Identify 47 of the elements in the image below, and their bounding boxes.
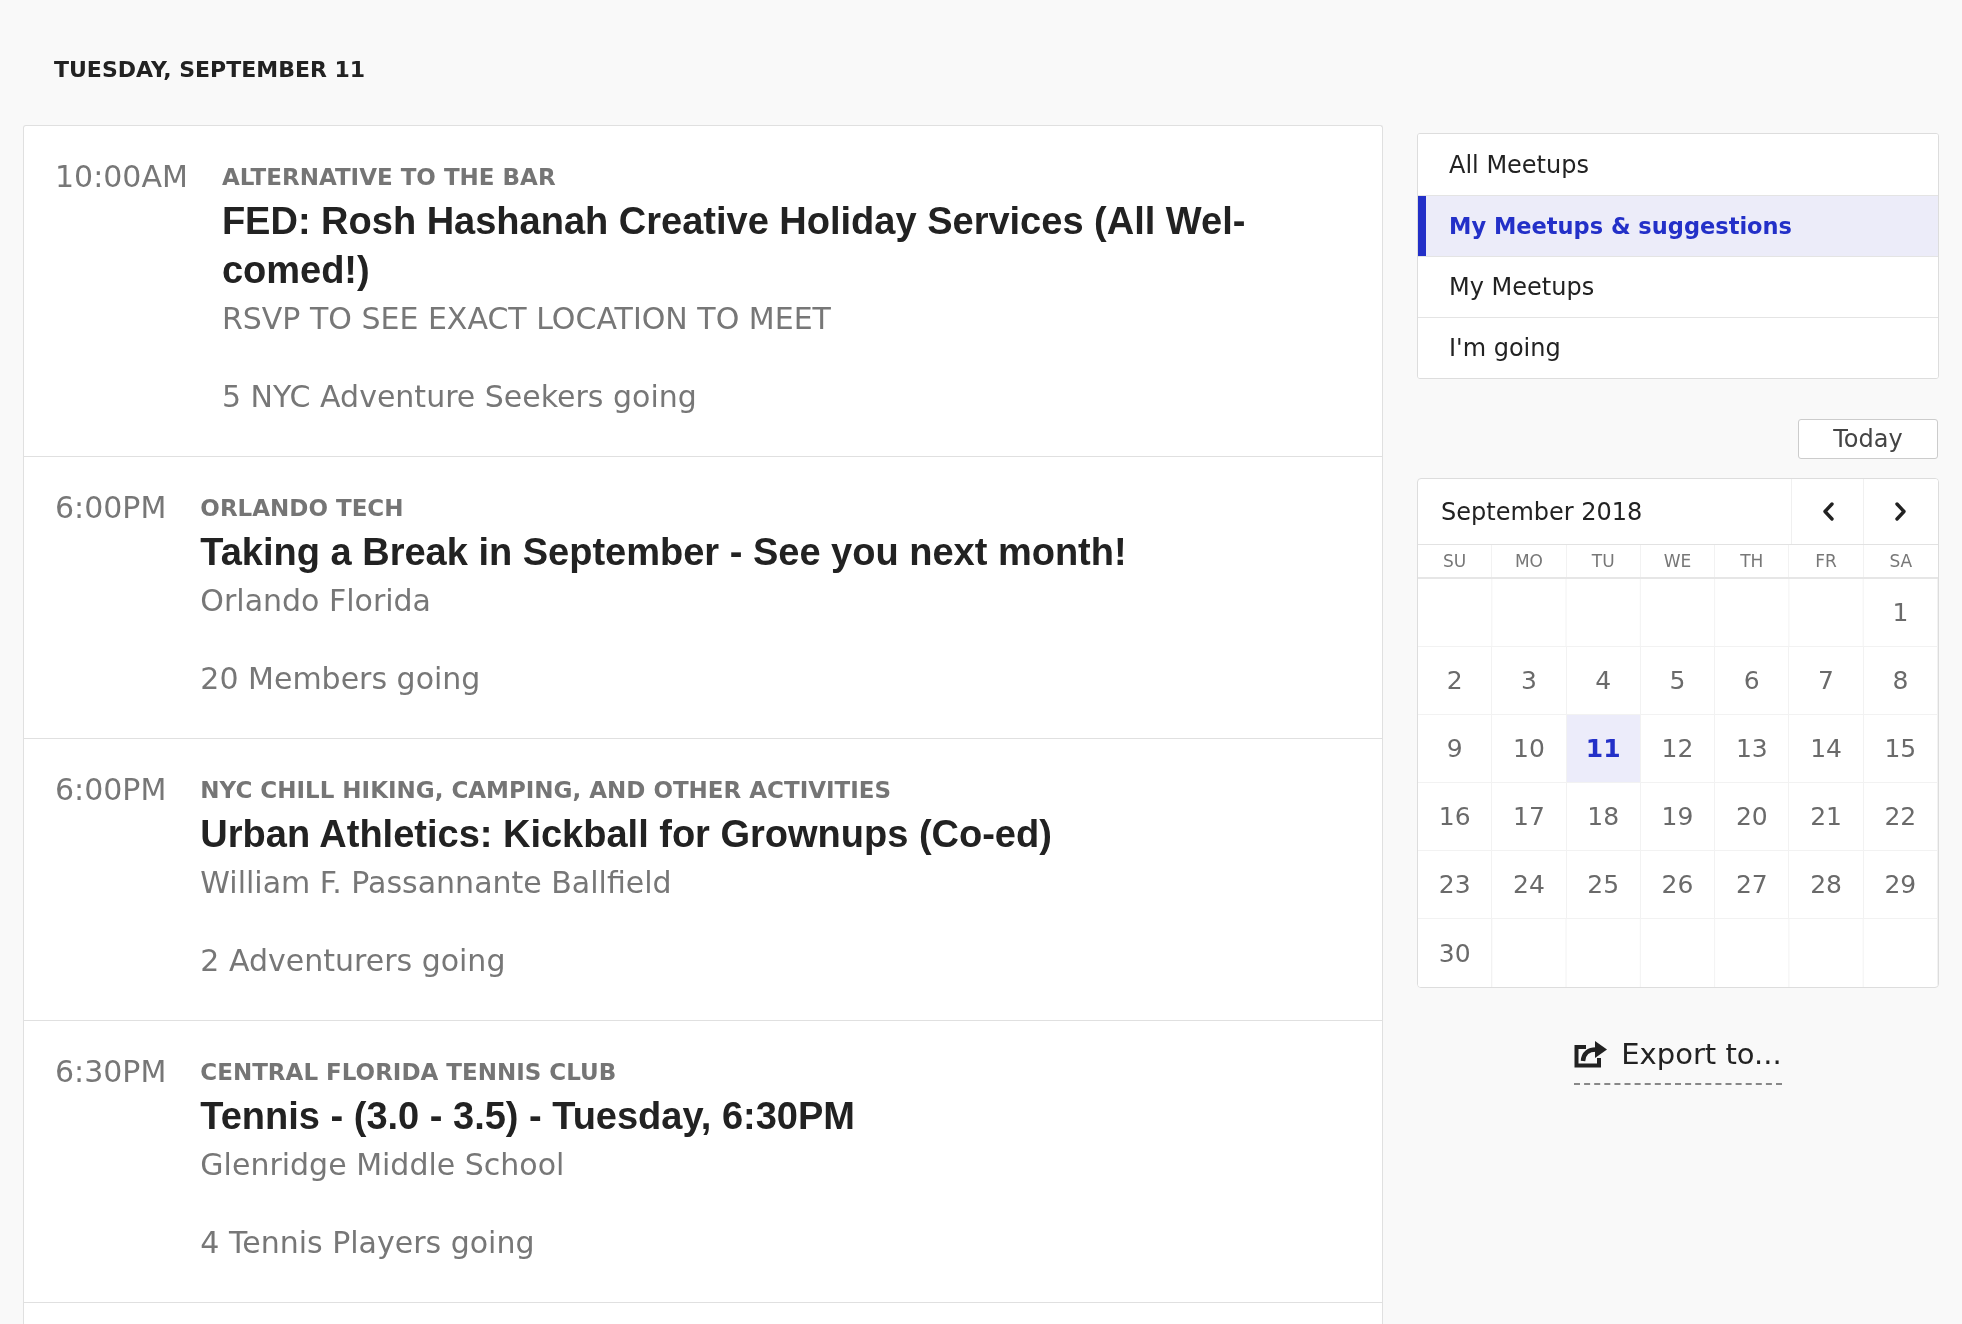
event-title-link[interactable]: Taking a Break in September - See you next month! [200, 528, 1127, 577]
event-location: William F. Passannante Ballfield [200, 865, 672, 901]
calendar-day[interactable]: 10 [1492, 715, 1567, 782]
calendar-day[interactable]: 7 [1789, 647, 1864, 714]
chevron-right-icon [1895, 502, 1907, 521]
event-location: Glenridge Middle School [200, 1147, 565, 1183]
calendar-day[interactable]: 28 [1789, 851, 1864, 918]
calendar-day[interactable]: 24 [1492, 851, 1567, 918]
filter-item[interactable]: My Meetups & suggestions [1418, 195, 1938, 256]
weekday-label: MO [1492, 545, 1567, 577]
event-location: Orlando Florida [200, 583, 431, 619]
calendar-day[interactable]: 21 [1789, 783, 1864, 850]
weekday-label: TH [1715, 545, 1790, 577]
event-time: 6:00PM [55, 494, 167, 522]
event-title-link[interactable]: FED: Rosh Hashanah Creative Holiday Services (All Wel-comed!) [221, 197, 1282, 295]
attendee-count: 4 Tennis Players going [200, 1225, 535, 1261]
weekday-label: FR [1789, 545, 1864, 577]
weekday-label: SU [1418, 545, 1493, 577]
weekday-label: SA [1888, 550, 1914, 573]
calendar-day[interactable]: 17 [1492, 783, 1567, 850]
group-name: NYC CHILL HIKING, CAMPING, AND OTHER ACTIVITIES [200, 776, 892, 804]
weekday-label: TU [1566, 545, 1641, 577]
share-icon [1574, 1040, 1608, 1068]
chevron-left-icon [1821, 502, 1834, 521]
group-name: ORLANDO TECH [200, 494, 404, 522]
event-time: 10:00AM [55, 163, 188, 191]
today-button[interactable]: Today [1798, 419, 1938, 459]
attendee-count: 2 Adventurers going [200, 943, 506, 979]
weekday-label: WE [1640, 545, 1716, 577]
calendar-day[interactable]: 30 [1418, 919, 1493, 987]
group-name: CENTRAL FLORIDA TENNIS CLUB [200, 1058, 617, 1086]
event-title-link[interactable]: Tennis - (3.0 - 3.5) - Tuesday, 6:30PM [200, 1092, 855, 1141]
event-title-link[interactable]: Urban Athletics: Kickball for Grownups (Co-ed) [200, 810, 1052, 859]
calendar-day[interactable]: 3 [1492, 647, 1567, 714]
date-heading: TUESDAY, SEPTEMBER 11 [54, 56, 366, 84]
attendee-count: 5 NYC Adventure Seekers going [221, 379, 697, 415]
next-month-button[interactable] [1863, 479, 1938, 544]
month-label: September 2018 [1440, 496, 1644, 528]
event-time: 6:00PM [55, 776, 167, 804]
export-link[interactable]: Export to... [1574, 1034, 1782, 1085]
calendar-day[interactable]: 14 [1789, 715, 1864, 782]
event-location: RSVP TO SEE EXACT LOCATION TO MEET [221, 301, 831, 337]
event-time: 6:30PM [55, 1058, 167, 1086]
filter-item[interactable]: I'm going [1418, 317, 1938, 378]
attendee-count: 20 Members going [200, 661, 481, 697]
calendar-day[interactable]: 11 [1566, 715, 1641, 782]
group-name: ALTERNATIVE TO THE BAR [221, 163, 556, 191]
